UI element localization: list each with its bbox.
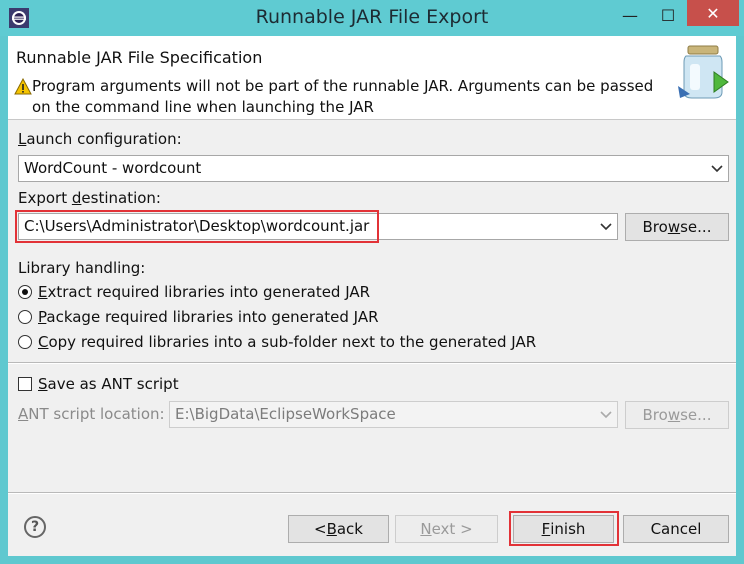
ant-script-location-combo[interactable]: E:\BigData\EclipseWorkSpace — [169, 401, 618, 428]
save-ant-script-checkbox[interactable]: Save as ANT script — [18, 374, 179, 394]
jar-wizard-icon — [678, 45, 729, 99]
ant-script-location-label: ANT script location: — [18, 405, 165, 423]
export-destination-label: Export destination: — [18, 189, 161, 207]
radio-button-checked[interactable] — [18, 285, 32, 299]
chevron-down-icon[interactable] — [599, 402, 613, 427]
wizard-banner: Runnable JAR File Specification Program … — [8, 36, 736, 120]
minimize-button[interactable]: — — [610, 2, 650, 28]
launch-configuration-value: WordCount - wordcount — [24, 159, 202, 177]
browse-destination-button[interactable]: Bro w se... — [625, 213, 729, 241]
separator — [8, 362, 736, 364]
radio-copy-libraries[interactable]: Copy required libraries into a sub-folde… — [18, 332, 536, 352]
page-title: Runnable JAR File Specification — [16, 48, 263, 67]
footer-separator — [8, 492, 736, 494]
warning-message: Program arguments will not be part of th… — [32, 77, 654, 116]
dialog-window: Runnable JAR File Export — ☐ ✕ Runnable … — [0, 0, 744, 564]
radio-button[interactable] — [18, 335, 32, 349]
back-button[interactable]: < Back — [288, 515, 389, 543]
maximize-button[interactable]: ☐ — [648, 2, 688, 28]
launch-configuration-select[interactable]: WordCount - wordcount — [18, 155, 729, 182]
finish-highlight-box — [509, 511, 619, 546]
radio-package-libraries[interactable]: Package required libraries into generate… — [18, 307, 379, 327]
destination-highlight-box — [15, 210, 379, 243]
radio-button[interactable] — [18, 310, 32, 324]
chevron-down-icon[interactable] — [710, 156, 724, 181]
close-button[interactable]: ✕ — [687, 0, 739, 26]
ant-script-location-value: E:\BigData\EclipseWorkSpace — [175, 405, 396, 423]
launch-configuration-label: Launch configuration: — [18, 130, 182, 148]
chevron-down-icon[interactable] — [599, 214, 613, 239]
radio-extract-libraries[interactable]: Extract required libraries into generate… — [18, 282, 370, 302]
library-handling-label: Library handling: — [18, 259, 146, 277]
warning-icon — [14, 78, 32, 95]
cancel-button[interactable]: Cancel — [623, 515, 729, 543]
help-icon[interactable]: ? — [24, 516, 46, 538]
browse-ant-location-button[interactable]: Bro w se... — [625, 401, 729, 429]
checkbox[interactable] — [18, 377, 32, 391]
dialog-body: Runnable JAR File Specification Program … — [8, 36, 736, 556]
next-button[interactable]: Next > — [395, 515, 498, 543]
title-bar[interactable]: Runnable JAR File Export — ☐ ✕ — [0, 0, 744, 36]
